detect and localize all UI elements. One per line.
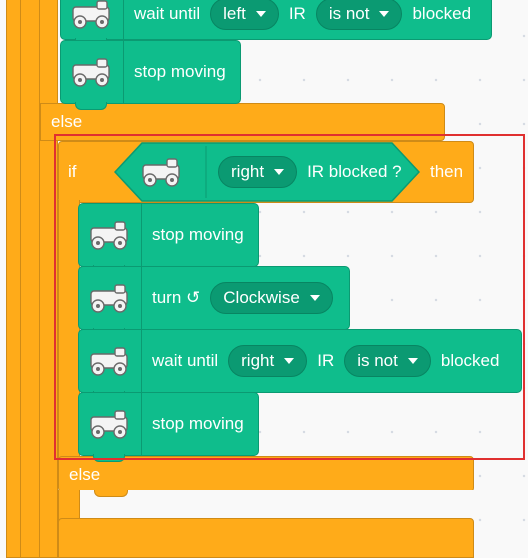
stop-moving-label: stop moving [134,62,226,81]
side-dropdown[interactable]: left [210,0,279,30]
selection-highlight [54,134,525,460]
wait-until-block-top[interactable]: wait until left IR is not blocked [60,0,492,46]
empty-else-slot [80,490,475,520]
stop-moving-block[interactable]: stop moving [60,40,241,110]
empty-slot-notch [94,490,128,497]
inner-if-bottom [58,518,474,558]
chevron-down-icon [379,11,390,17]
block-notch [75,102,107,110]
inner-else-label: else [69,465,101,484]
wait-until-label: wait until [134,4,201,23]
robot-icon [61,0,124,39]
outer-c-block-arm-2 [20,0,40,558]
blocked-label: blocked [412,4,472,23]
condition-dropdown[interactable]: is not [315,0,403,30]
robot-icon [61,41,124,103]
chevron-down-icon [255,11,266,17]
condition-dropdown-value: is not [328,4,370,23]
ir-label: IR [288,4,306,23]
outer-c-block-arm [6,0,20,558]
side-dropdown-value: left [223,4,246,23]
outer-else-label: else [51,112,83,131]
